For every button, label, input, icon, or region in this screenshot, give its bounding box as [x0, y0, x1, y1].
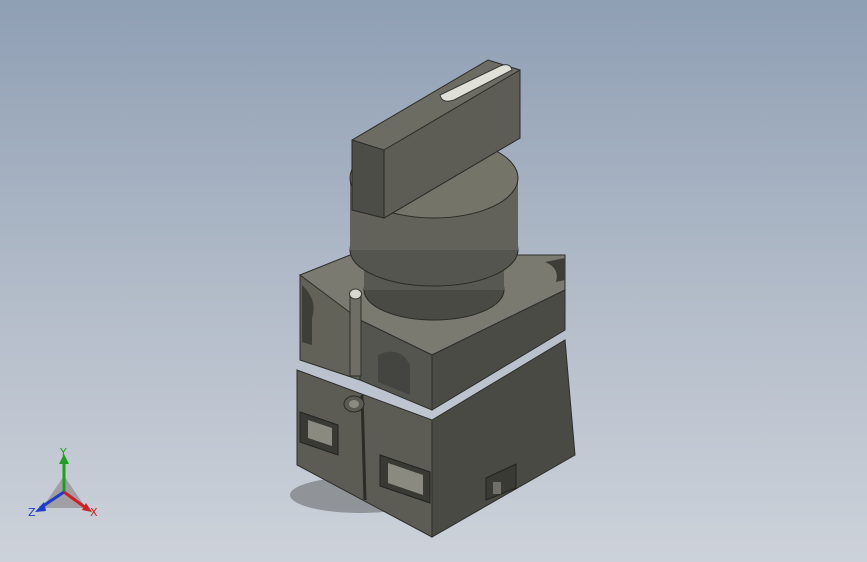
pin-tip [349, 288, 362, 300]
x-axis-label: X [90, 506, 98, 519]
graphics-viewport[interactable]: Y X Z [0, 0, 867, 562]
z-axis-label: Z [28, 506, 36, 519]
3d-model-selector-switch[interactable] [0, 0, 867, 562]
lever-front [351, 139, 385, 219]
screw-slot [349, 400, 359, 408]
y-axis-label: Y [59, 446, 67, 459]
pin-shaft [349, 295, 362, 377]
base-notch-slot [493, 482, 501, 494]
axis-triad: Y X Z [24, 446, 108, 526]
